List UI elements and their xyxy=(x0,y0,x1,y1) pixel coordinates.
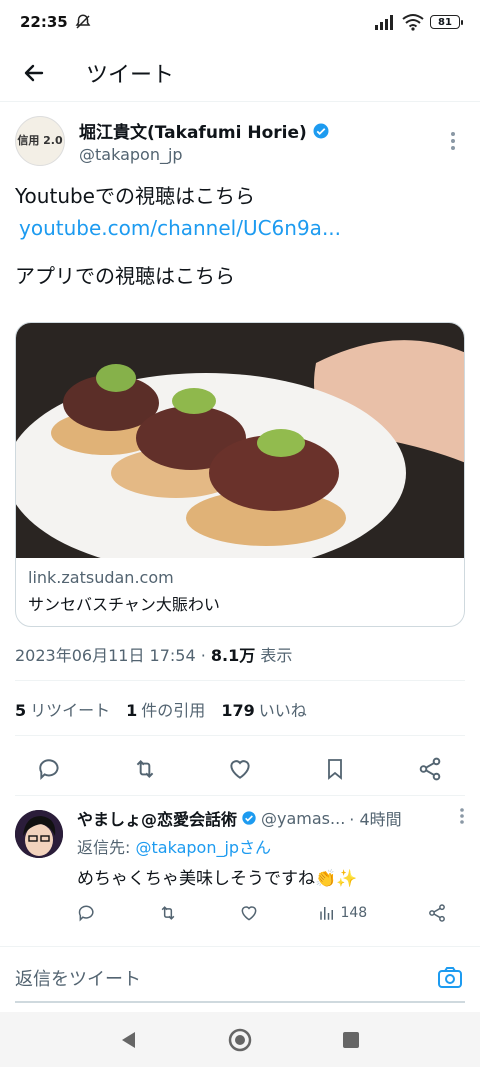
card-image xyxy=(16,323,464,558)
likes-label: いいね xyxy=(258,701,307,720)
share-icon xyxy=(429,904,445,922)
signal-icon xyxy=(375,15,393,30)
battery-level: 81 xyxy=(438,16,452,28)
reply-author-name[interactable]: やましょ@恋愛会話術 xyxy=(77,806,237,830)
reply-text: めちゃくちゃ美味しそうですね👏✨ xyxy=(77,869,358,889)
reply-avatar-illustration xyxy=(15,810,63,858)
camera-button[interactable] xyxy=(435,963,465,993)
battery-indicator: 81 xyxy=(430,15,463,29)
more-options-button[interactable] xyxy=(441,121,465,161)
tweet-actions xyxy=(15,752,465,786)
nav-back-icon[interactable] xyxy=(119,1030,139,1050)
tweet-link[interactable]: youtube.com/channel/UC6n9a... xyxy=(15,212,465,244)
views-count: 8.1万 xyxy=(210,646,256,665)
system-navigation-bar xyxy=(0,1012,480,1067)
reply-input[interactable]: 返信をツイート xyxy=(15,965,141,991)
reply-views-button[interactable]: 148 xyxy=(318,904,367,922)
retweet-icon xyxy=(136,760,154,778)
tweet-stats: 5 リツイート 1 件の引用 179 いいね xyxy=(15,697,465,721)
reply-views-count: 148 xyxy=(340,905,368,921)
nav-recents-icon[interactable] xyxy=(341,1030,361,1050)
author-name[interactable]: 堀江貴文(Takafumi Horie) xyxy=(79,118,307,143)
arrow-left-icon xyxy=(24,64,44,81)
divider xyxy=(15,735,465,736)
avatar-text: 信用 2.0 xyxy=(17,134,63,147)
reply-actions: 148 xyxy=(77,903,455,923)
reply-time: · 4時間 xyxy=(349,810,402,829)
reply-to-prefix: 返信先: xyxy=(77,838,131,857)
more-vertical-icon xyxy=(460,808,464,824)
quotes-stat[interactable]: 1 件の引用 xyxy=(126,697,205,721)
back-button[interactable] xyxy=(14,53,54,93)
reply-reply-button[interactable] xyxy=(77,903,97,923)
reply-retweet-button[interactable] xyxy=(157,903,179,923)
author-handle[interactable]: @takapon_jp xyxy=(79,145,441,164)
analytics-icon xyxy=(320,907,334,920)
likes-stat[interactable]: 179 いいね xyxy=(221,697,306,721)
views-label: 表示 xyxy=(260,646,293,665)
verified-badge-icon xyxy=(242,811,256,825)
quotes-label: 件の引用 xyxy=(141,701,206,720)
heart-icon xyxy=(230,760,250,779)
verified-badge-icon xyxy=(313,123,329,138)
status-time: 22:35 xyxy=(20,13,68,31)
retweets-count: 5 xyxy=(15,701,27,720)
share-button[interactable] xyxy=(413,752,447,786)
share-icon xyxy=(419,757,441,781)
mute-notification-icon xyxy=(75,14,91,29)
main-tweet: 信用 2.0 堀江貴文(Takafumi Horie) @takapon_jp … xyxy=(15,112,465,781)
page-title: ツイート xyxy=(86,62,175,88)
reply-button[interactable] xyxy=(33,752,67,786)
retweets-stat[interactable]: 5 リツイート xyxy=(15,697,110,721)
link-card[interactable]: link.zatsudan.com サンセバスチャン大賑わい xyxy=(15,322,465,627)
retweet-button[interactable] xyxy=(128,752,162,786)
author-avatar[interactable]: 信用 2.0 xyxy=(15,116,65,166)
reply-more-button[interactable] xyxy=(459,807,465,829)
card-title: サンセバスチャン大賑わい xyxy=(28,595,220,614)
reply-author-handle[interactable]: @yamas... xyxy=(261,809,345,828)
heart-icon xyxy=(241,906,257,921)
like-button[interactable] xyxy=(223,752,257,786)
reply-share-button[interactable] xyxy=(427,903,447,923)
divider xyxy=(15,680,465,681)
reply-avatar[interactable] xyxy=(15,810,63,858)
reply-icon xyxy=(78,905,94,922)
reply-to-user-link[interactable]: @takapon_jpさん xyxy=(136,838,272,857)
top-app-bar: ツイート xyxy=(0,44,480,102)
tweet-text-line2: アプリでの視聴はこちら xyxy=(15,264,235,288)
bookmark-icon xyxy=(328,759,342,780)
camera-icon xyxy=(438,967,462,988)
wifi-icon xyxy=(402,14,424,31)
tweet-text-line1: Youtubeでの視聴はこちら xyxy=(15,184,255,208)
reply-to-line: 返信先: @takapon_jpさん xyxy=(77,834,465,858)
divider xyxy=(15,795,465,796)
more-vertical-icon xyxy=(451,132,455,150)
retweets-label: リツイート xyxy=(30,701,111,720)
bookmark-button[interactable] xyxy=(318,752,352,786)
quotes-count: 1 xyxy=(126,701,138,720)
reply-compose-bar[interactable]: 返信をツイート xyxy=(15,955,465,1003)
reply-like-button[interactable] xyxy=(239,903,259,923)
status-bar: 22:35 81 xyxy=(0,0,480,44)
retweet-icon xyxy=(161,906,175,920)
nav-home-icon[interactable] xyxy=(227,1027,253,1053)
likes-count: 179 xyxy=(221,701,255,720)
card-domain: link.zatsudan.com xyxy=(28,568,174,587)
tweet-meta: 2023年06月11日 17:54 · 8.1万 表示 xyxy=(15,646,293,665)
reply-icon xyxy=(39,759,59,781)
tweet-timestamp[interactable]: 2023年06月11日 17:54 xyxy=(15,646,196,665)
divider xyxy=(0,946,480,947)
